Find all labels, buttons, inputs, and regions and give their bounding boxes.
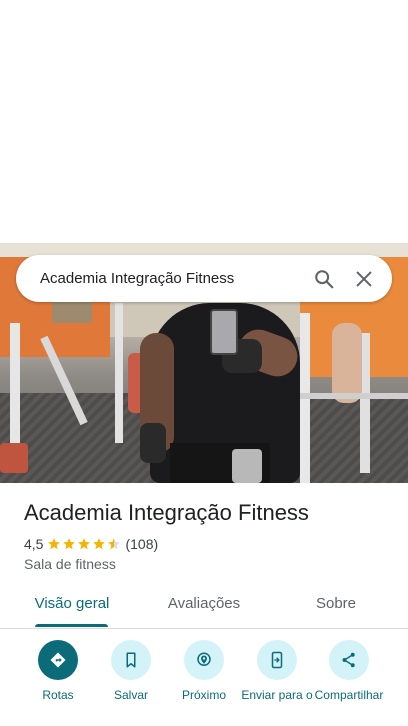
action-bar: Rotas Salvar Próximo Enviar para o Compa… bbox=[0, 640, 408, 726]
nearby-icon bbox=[197, 652, 211, 666]
directions-button[interactable]: Rotas bbox=[18, 640, 98, 702]
star-half-icon bbox=[108, 538, 121, 550]
star-icon bbox=[93, 538, 106, 550]
share-icon bbox=[342, 652, 355, 668]
review-count[interactable]: (108) bbox=[125, 536, 158, 552]
nearby-button[interactable]: Próximo bbox=[164, 640, 244, 702]
directions-icon bbox=[50, 652, 66, 668]
tab-indicator bbox=[35, 624, 108, 627]
share-label: Compartilhar bbox=[314, 688, 384, 702]
save-label: Salvar bbox=[113, 688, 148, 702]
star-icon bbox=[48, 538, 61, 550]
rating-row[interactable]: 4,5 (108) bbox=[24, 536, 158, 552]
search-bar[interactable]: Academia Integração Fitness bbox=[16, 255, 392, 302]
search-icon bbox=[315, 269, 334, 288]
search-input[interactable]: Academia Integração Fitness bbox=[40, 270, 304, 287]
clear-button[interactable] bbox=[344, 259, 384, 299]
tab-overview[interactable]: Visão geral bbox=[20, 584, 124, 628]
place-category: Sala de fitness bbox=[24, 556, 116, 572]
send-to-phone-icon bbox=[271, 651, 283, 669]
send-to-phone-button[interactable]: Enviar para o bbox=[237, 640, 317, 702]
place-tabs: Visão geral Avaliações Sobre bbox=[0, 584, 408, 629]
place-title: Academia Integração Fitness bbox=[24, 500, 309, 525]
blank-map-area bbox=[0, 0, 408, 243]
directions-label: Rotas bbox=[42, 688, 74, 702]
share-button[interactable]: Compartilhar bbox=[309, 640, 389, 702]
star-icon bbox=[78, 538, 91, 550]
send-to-phone-label: Enviar para o bbox=[241, 688, 313, 702]
rating-value: 4,5 bbox=[24, 536, 44, 552]
star-icon bbox=[63, 538, 76, 550]
search-button[interactable] bbox=[304, 259, 344, 299]
nearby-label: Próximo bbox=[181, 688, 226, 702]
rating-stars bbox=[47, 537, 121, 551]
close-icon bbox=[356, 271, 372, 286]
tab-reviews[interactable]: Avaliações bbox=[152, 584, 256, 628]
save-button[interactable]: Salvar bbox=[91, 640, 171, 702]
bookmark-icon bbox=[126, 652, 136, 668]
tab-about[interactable]: Sobre bbox=[286, 584, 386, 628]
